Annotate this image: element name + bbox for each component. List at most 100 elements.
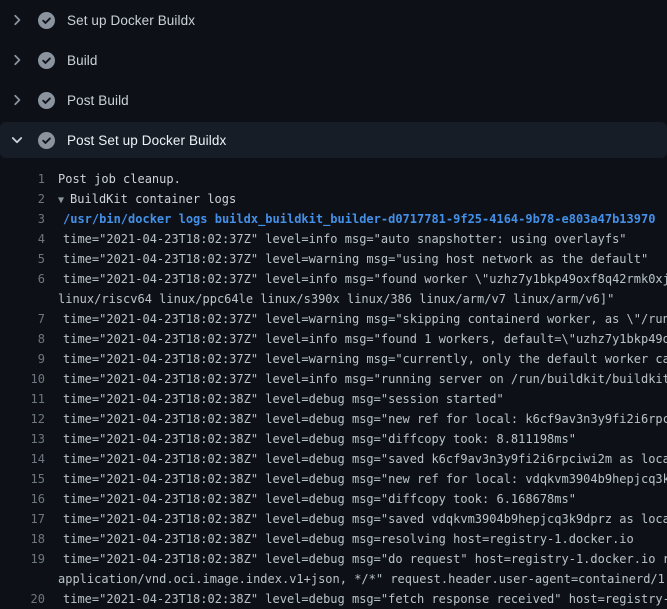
log-line-text: time="2021-04-23T18:02:37Z" level=info m…: [63, 229, 627, 249]
chevron-right-icon: [9, 52, 25, 68]
log-line-number[interactable]: 3: [0, 209, 45, 229]
log-line-text: time="2021-04-23T18:02:37Z" level=warnin…: [63, 309, 667, 329]
log-line: 3 /usr/bin/docker logs buildx_buildkit_b…: [0, 209, 667, 229]
log-line-content: /usr/bin/docker logs buildx_buildkit_bui…: [63, 212, 655, 226]
log-line-text: time="2021-04-23T18:02:38Z" level=debug …: [63, 469, 667, 489]
log-line-content: time="2021-04-23T18:02:38Z" level=debug …: [63, 492, 576, 506]
log-line: 5 time="2021-04-23T18:02:37Z" level=warn…: [0, 249, 667, 269]
log-line-number[interactable]: [0, 569, 45, 589]
log-line-text: time="2021-04-23T18:02:38Z" level=debug …: [63, 389, 504, 409]
log-line-text: Post job cleanup.: [58, 169, 181, 189]
step-title: Post Build: [67, 93, 129, 108]
success-check-icon: [38, 132, 55, 149]
log-line-content: time="2021-04-23T18:02:37Z" level=warnin…: [63, 352, 667, 366]
log-line-text: time="2021-04-23T18:02:37Z" level=info m…: [63, 269, 667, 289]
log-line-content: time="2021-04-23T18:02:37Z" level=warnin…: [63, 312, 667, 326]
log-line: 17 time="2021-04-23T18:02:38Z" level=deb…: [0, 509, 667, 529]
log-line-text: time="2021-04-23T18:02:38Z" level=debug …: [63, 589, 667, 609]
log-line-content: application/vnd.oci.image.index.v1+json,…: [58, 572, 667, 586]
log-line: 19 time="2021-04-23T18:02:38Z" level=deb…: [0, 549, 667, 569]
log-line: 2 ▼ BuildKit container logs: [0, 189, 667, 209]
log-panel: 1 Post job cleanup. 2 ▼ BuildKit contain…: [0, 158, 667, 609]
log-line: linux/riscv64 linux/ppc64le linux/s390x …: [0, 289, 667, 309]
log-line-text: time="2021-04-23T18:02:38Z" level=debug …: [63, 549, 667, 569]
log-line-number[interactable]: [0, 289, 45, 309]
log-line: 10 time="2021-04-23T18:02:37Z" level=inf…: [0, 369, 667, 389]
log-line: 15 time="2021-04-23T18:02:38Z" level=deb…: [0, 469, 667, 489]
log-line-number[interactable]: 14: [0, 449, 45, 469]
log-line-text: ▼ BuildKit container logs: [58, 189, 236, 209]
log-line-content: time="2021-04-23T18:02:38Z" level=debug …: [63, 592, 667, 606]
log-line-content: time="2021-04-23T18:02:38Z" level=debug …: [63, 512, 667, 526]
success-check-icon: [38, 92, 55, 109]
log-line-text: time="2021-04-23T18:02:37Z" level=info m…: [63, 329, 667, 349]
actions-log-page: { "theme": { "page_bg": "#0d1117", "expa…: [0, 0, 667, 600]
log-line: 7 time="2021-04-23T18:02:37Z" level=warn…: [0, 309, 667, 329]
log-line-text: time="2021-04-23T18:02:37Z" level=warnin…: [63, 249, 648, 269]
log-line: 16 time="2021-04-23T18:02:38Z" level=deb…: [0, 489, 667, 509]
log-line-number[interactable]: 19: [0, 549, 45, 569]
log-line-number[interactable]: 10: [0, 369, 45, 389]
step-row-build[interactable]: Build: [0, 40, 667, 80]
log-line: 20 time="2021-04-23T18:02:38Z" level=deb…: [0, 589, 667, 609]
log-line: 6 time="2021-04-23T18:02:37Z" level=info…: [0, 269, 667, 289]
log-line-text: time="2021-04-23T18:02:38Z" level=debug …: [63, 449, 667, 469]
log-line-content: time="2021-04-23T18:02:38Z" level=debug …: [63, 412, 667, 426]
log-line-number[interactable]: 2: [0, 189, 45, 209]
log-line: 18 time="2021-04-23T18:02:38Z" level=deb…: [0, 529, 667, 549]
log-line-number[interactable]: 12: [0, 409, 45, 429]
log-line-content: time="2021-04-23T18:02:38Z" level=debug …: [63, 392, 504, 406]
steps-list: Set up Docker Buildx Build Post Build Po…: [0, 0, 667, 158]
log-line-text: time="2021-04-23T18:02:38Z" level=debug …: [63, 489, 576, 509]
log-line: application/vnd.oci.image.index.v1+json,…: [0, 569, 667, 589]
log-line-content: time="2021-04-23T18:02:37Z" level=info m…: [63, 232, 627, 246]
success-check-icon: [38, 12, 55, 29]
log-line: 11 time="2021-04-23T18:02:38Z" level=deb…: [0, 389, 667, 409]
log-line-content: time="2021-04-23T18:02:37Z" level=warnin…: [63, 252, 648, 266]
log-line-text: time="2021-04-23T18:02:38Z" level=debug …: [63, 429, 576, 449]
log-line: 1 Post job cleanup.: [0, 169, 667, 189]
log-line-text: time="2021-04-23T18:02:38Z" level=debug …: [63, 529, 634, 549]
chevron-right-icon: [9, 92, 25, 108]
log-line-content: time="2021-04-23T18:02:38Z" level=debug …: [63, 432, 576, 446]
log-line-number[interactable]: 20: [0, 589, 45, 609]
chevron-right-icon: [9, 12, 25, 28]
log-line-content: time="2021-04-23T18:02:37Z" level=info m…: [63, 372, 667, 386]
log-line-number[interactable]: 4: [0, 229, 45, 249]
log-line-text: application/vnd.oci.image.index.v1+json,…: [58, 569, 667, 589]
log-line-number[interactable]: 13: [0, 429, 45, 449]
step-title: Build: [67, 53, 98, 68]
log-line: 12 time="2021-04-23T18:02:38Z" level=deb…: [0, 409, 667, 429]
step-row-post-build[interactable]: Post Build: [0, 80, 667, 120]
log-line-content: time="2021-04-23T18:02:38Z" level=debug …: [63, 452, 667, 466]
log-line: 4 time="2021-04-23T18:02:37Z" level=info…: [0, 229, 667, 249]
log-line: 14 time="2021-04-23T18:02:38Z" level=deb…: [0, 449, 667, 469]
step-row-post-setup-docker-buildx[interactable]: Post Set up Docker Buildx: [0, 122, 667, 158]
log-line-number[interactable]: 6: [0, 269, 45, 289]
log-line-number[interactable]: 15: [0, 469, 45, 489]
log-line-number[interactable]: 11: [0, 389, 45, 409]
log-line-number[interactable]: 1: [0, 169, 45, 189]
chevron-down-icon: [9, 132, 25, 148]
success-check-icon: [38, 52, 55, 69]
log-line: 8 time="2021-04-23T18:02:37Z" level=info…: [0, 329, 667, 349]
log-line-text: time="2021-04-23T18:02:38Z" level=debug …: [63, 509, 667, 529]
log-line-content: time="2021-04-23T18:02:37Z" level=info m…: [63, 272, 667, 286]
log-line-content: time="2021-04-23T18:02:38Z" level=debug …: [63, 532, 634, 546]
log-line: 9 time="2021-04-23T18:02:37Z" level=warn…: [0, 349, 667, 369]
log-line-content: time="2021-04-23T18:02:38Z" level=debug …: [63, 472, 667, 486]
step-title: Post Set up Docker Buildx: [67, 133, 226, 148]
log-group-toggle-icon[interactable]: ▼: [58, 195, 70, 206]
log-line-number[interactable]: 8: [0, 329, 45, 349]
log-line-number[interactable]: 17: [0, 509, 45, 529]
log-line-content: BuildKit container logs: [70, 192, 236, 206]
log-line-number[interactable]: 16: [0, 489, 45, 509]
log-line-number[interactable]: 7: [0, 309, 45, 329]
log-line-number[interactable]: 9: [0, 349, 45, 369]
step-row-setup-docker-buildx[interactable]: Set up Docker Buildx: [0, 0, 667, 40]
log-line-number[interactable]: 5: [0, 249, 45, 269]
log-line-text: time="2021-04-23T18:02:38Z" level=debug …: [63, 409, 667, 429]
log-line-text: time="2021-04-23T18:02:37Z" level=warnin…: [63, 349, 667, 369]
log-line: 13 time="2021-04-23T18:02:38Z" level=deb…: [0, 429, 667, 449]
log-line-number[interactable]: 18: [0, 529, 45, 549]
